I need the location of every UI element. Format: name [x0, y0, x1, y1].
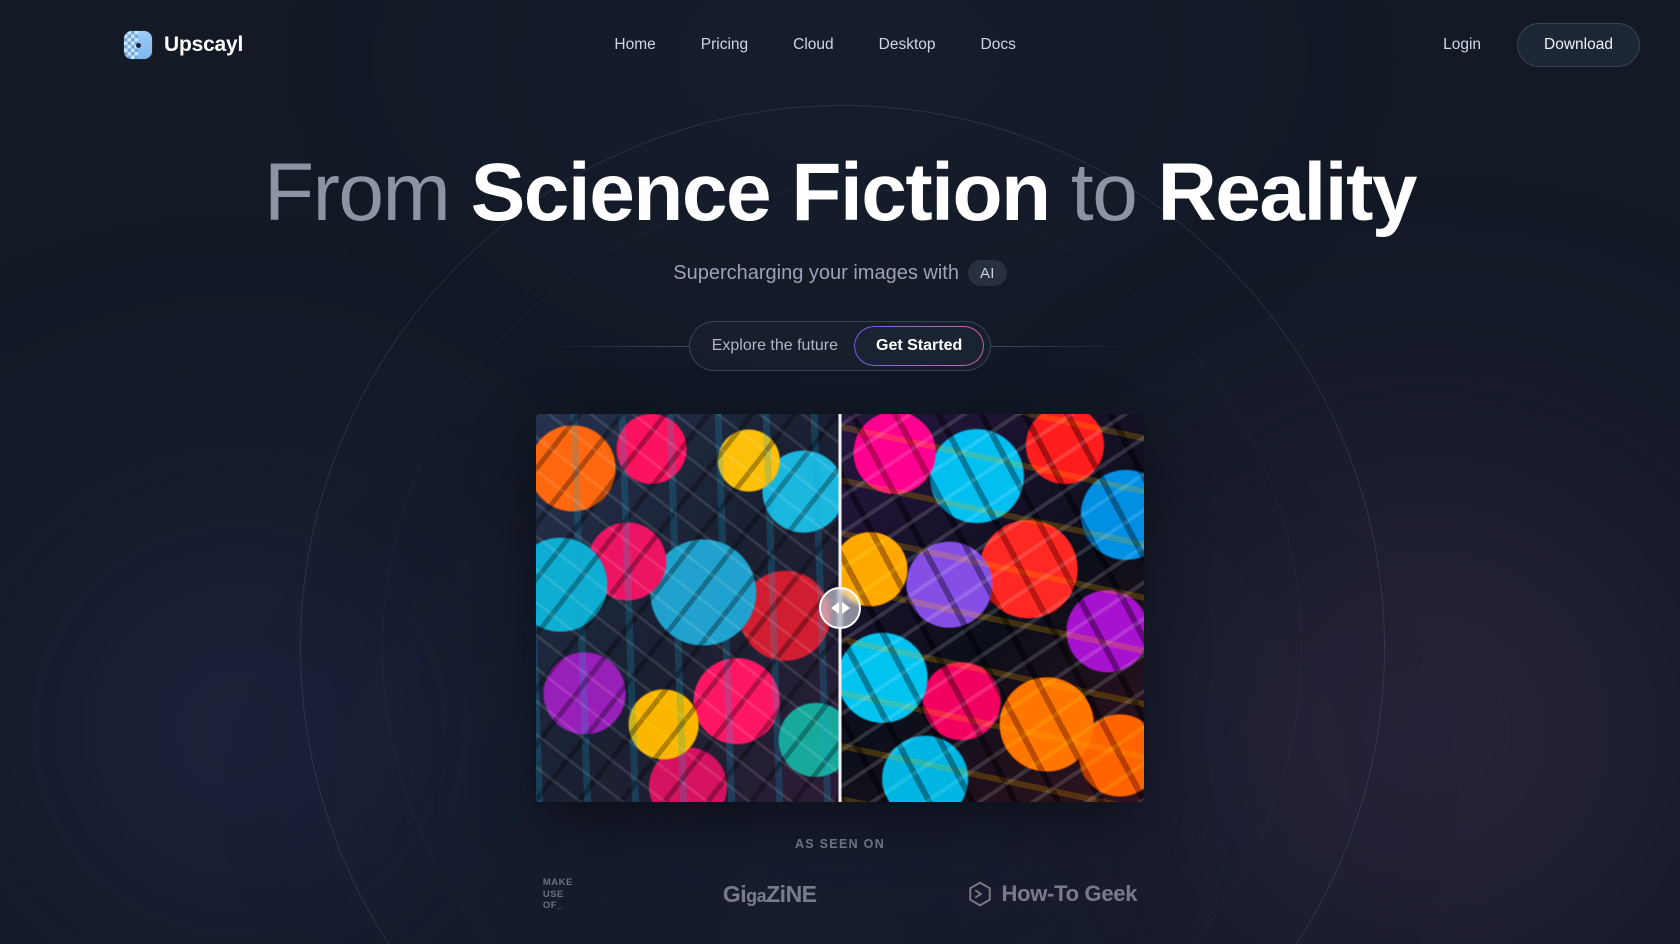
arrow-right-glyph: [841, 602, 850, 614]
graffiti-artwork-upscaled: [840, 414, 1144, 802]
arrow-left-glyph: [830, 602, 839, 614]
image-comparison-slider[interactable]: [536, 414, 1144, 802]
header-actions: Login Download: [1443, 23, 1640, 67]
main-navigation: Home Pricing Cloud Desktop Docs: [614, 36, 1015, 54]
page-title: From Science Fiction to Reality: [0, 152, 1680, 234]
cta-rule-left: [543, 345, 689, 347]
cta-pill: Explore the future Get Started: [688, 321, 992, 371]
nav-link-cloud[interactable]: Cloud: [793, 36, 834, 54]
hero-subtitle: Supercharging your images with AI: [0, 260, 1680, 286]
press-logos-row: MAKE USE OF_ GigaZiNE How-To Geek: [0, 877, 1680, 912]
press-logo-makeuseof: MAKE USE OF_: [543, 877, 573, 912]
makeuseof-line-3: OF_: [542, 900, 563, 912]
press-logo-gigazine: GigaZiNE: [723, 881, 817, 908]
how-to-geek-text: How-To Geek: [1001, 881, 1138, 907]
explore-the-future-link[interactable]: Explore the future: [712, 337, 838, 355]
logo-center-dot: [135, 42, 141, 48]
nav-link-home[interactable]: Home: [614, 36, 655, 54]
left-right-arrows-icon[interactable]: [819, 587, 861, 629]
press-logo-how-to-geek: How-To Geek: [967, 881, 1138, 907]
nav-link-pricing[interactable]: Pricing: [701, 36, 748, 54]
nav-link-desktop[interactable]: Desktop: [879, 36, 936, 54]
gigazine-text-g: G: [722, 880, 741, 907]
makeuseof-line-1: MAKE: [542, 877, 573, 888]
brand-name: Upscayl: [164, 33, 244, 56]
gigazine-text-ga: ga: [746, 885, 767, 906]
get-started-button[interactable]: Get Started: [854, 326, 985, 366]
hexagon-icon: [968, 881, 991, 907]
hero-section: From Science Fiction to Reality Supercha…: [0, 152, 1680, 912]
cta-row: Explore the future Get Started: [0, 321, 1680, 371]
ai-badge: AI: [967, 260, 1007, 286]
nav-link-docs[interactable]: Docs: [981, 36, 1016, 54]
headline-part-to: to: [1049, 147, 1158, 238]
as-seen-on-heading: AS SEEN ON: [794, 837, 886, 851]
headline-part-reality: Reality: [1157, 147, 1418, 238]
makeuseof-line-2: USE: [542, 888, 564, 900]
site-header: Upscayl Home Pricing Cloud Desktop Docs …: [0, 0, 1680, 90]
headline-part-from: From: [264, 147, 471, 238]
download-button[interactable]: Download: [1517, 23, 1640, 67]
hero-subtitle-text: Supercharging your images with: [673, 261, 959, 284]
brand-logo[interactable]: Upscayl: [124, 31, 243, 59]
gigazine-text-zine: ZiNE: [766, 880, 817, 907]
cta-rule-right: [991, 345, 1137, 347]
comparison-before-image: [536, 414, 840, 802]
graffiti-artwork-original: [536, 414, 840, 802]
comparison-after-image: [840, 414, 1144, 802]
headline-part-science: Science Fiction: [470, 147, 1052, 238]
upscayl-checker-logo-icon: [124, 31, 152, 59]
login-link[interactable]: Login: [1443, 36, 1481, 54]
